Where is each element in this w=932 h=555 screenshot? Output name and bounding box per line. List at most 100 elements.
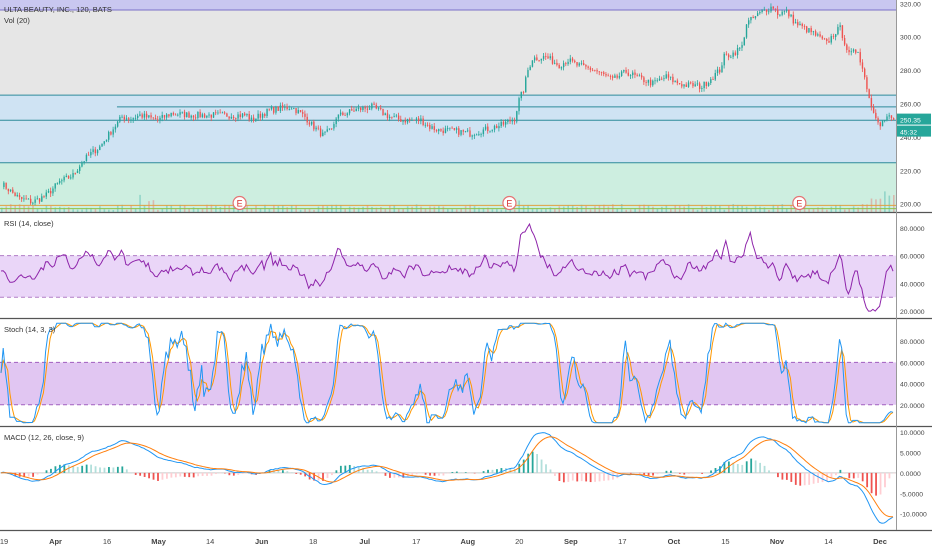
macd-histogram-bar <box>848 472 851 479</box>
candle-body <box>34 199 36 203</box>
macd-histogram-bar <box>170 472 173 478</box>
macd-histogram-bar <box>491 469 494 473</box>
macd-histogram-bar <box>835 472 837 476</box>
volume-bar <box>705 206 708 212</box>
volume-bar <box>451 208 454 212</box>
candle-body <box>389 116 391 119</box>
candle-body <box>576 62 578 66</box>
candle-body <box>362 107 364 111</box>
macd-histogram-bar <box>781 472 784 480</box>
macd-histogram-bar <box>634 472 637 474</box>
candle-body <box>375 104 378 109</box>
volume-bar <box>36 208 39 212</box>
candle-body <box>583 63 585 65</box>
candle-body <box>339 112 342 115</box>
candle-body <box>435 129 438 132</box>
x-tick-label: 18 <box>309 537 317 546</box>
candle-body <box>418 118 420 122</box>
candle-body <box>458 128 460 135</box>
candle-body <box>578 63 580 66</box>
volume-bar <box>27 206 30 212</box>
chart-canvas[interactable]: EEE 320.00300.00280.00260.00240.00220.00… <box>0 0 932 550</box>
candle-body <box>373 103 375 105</box>
candle-body <box>683 84 685 87</box>
candle-body <box>259 113 262 118</box>
macd-histogram-bar <box>803 472 806 486</box>
candle-body <box>406 119 409 123</box>
volume-bar <box>433 206 436 212</box>
candle-body <box>348 109 351 114</box>
candle-body <box>705 81 708 86</box>
candle-body <box>690 82 692 84</box>
macd-histogram-bar <box>884 472 886 488</box>
candle-body <box>237 114 239 119</box>
candle-body <box>393 116 395 118</box>
macd-histogram-bar <box>580 472 583 482</box>
candle-body <box>696 83 699 85</box>
macd-histogram-bar <box>241 472 244 474</box>
candle-body <box>302 112 304 114</box>
candle-body <box>783 11 786 13</box>
candle-body <box>61 180 63 182</box>
macd-histogram-bar <box>652 472 654 476</box>
candle-body <box>221 112 224 114</box>
lower-range-zone <box>0 162 896 212</box>
candle-body <box>710 79 712 84</box>
candle-body <box>241 113 244 117</box>
candle-body <box>814 31 817 36</box>
macd-histogram-bar <box>50 468 52 473</box>
candle-body <box>275 106 277 113</box>
candle-body <box>313 121 315 130</box>
candle-body <box>306 116 308 123</box>
candle-body <box>471 135 473 137</box>
candle-body <box>25 198 27 200</box>
macd-histogram-bar <box>536 454 538 473</box>
candle-body <box>357 107 360 109</box>
candle-body <box>861 62 864 69</box>
macd-histogram-bar <box>290 472 293 473</box>
candle-body <box>752 16 754 19</box>
macd-histogram-bar <box>870 472 873 494</box>
rsi-panel-label: RSI (14, close) <box>4 219 54 228</box>
candle-body <box>23 198 25 200</box>
macd-histogram-bar <box>286 471 289 473</box>
macd-histogram-bar <box>852 472 855 479</box>
candle-body <box>273 107 275 113</box>
candle-body <box>823 38 826 40</box>
candle-body <box>522 91 525 93</box>
candle-body <box>353 110 355 112</box>
candle-body <box>812 31 815 33</box>
candle-body <box>9 189 12 192</box>
candle-body <box>41 196 43 202</box>
candle-body <box>277 106 279 111</box>
candle-body <box>560 67 563 69</box>
volume-bar <box>830 206 833 212</box>
signal-line <box>0 436 893 518</box>
candle-body <box>748 20 750 25</box>
candle-body <box>360 107 362 111</box>
candle-body <box>567 61 569 65</box>
volume-bar <box>661 206 663 212</box>
candle-body <box>179 112 181 115</box>
candle-body <box>828 41 830 43</box>
macd-histogram-bar <box>594 472 596 482</box>
candle-body <box>157 119 159 121</box>
macd-histogram-bar <box>710 470 712 473</box>
macd-histogram-bar <box>576 472 579 482</box>
candle-body <box>226 113 228 117</box>
macd-histogram-bar <box>478 472 481 474</box>
macd-histogram-bar <box>228 472 231 476</box>
candle-body <box>132 118 134 120</box>
x-tick-label: 19 <box>0 537 8 546</box>
volume-bar <box>817 207 819 212</box>
candle-body <box>103 141 105 144</box>
candle-body <box>736 47 739 55</box>
macd-histogram-bar <box>451 471 454 473</box>
candle-body <box>536 57 538 61</box>
macd-histogram-bar <box>554 472 556 476</box>
candle-body <box>707 83 710 86</box>
macd-histogram-bar <box>562 472 565 483</box>
macd-histogram-bar <box>380 472 382 474</box>
macd-histogram-bar <box>32 472 35 477</box>
candle-body <box>685 84 688 87</box>
